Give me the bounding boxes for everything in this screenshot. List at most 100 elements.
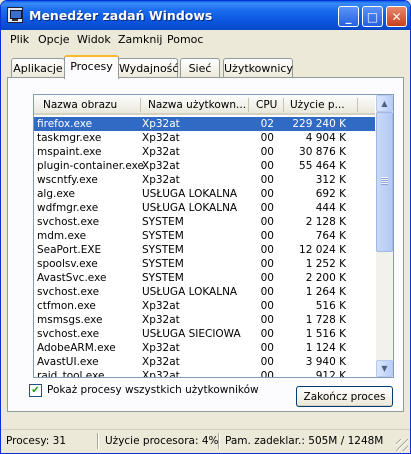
column-image-name[interactable]: Nazwa obrazu xyxy=(43,99,139,111)
cell-user-name: SYSTEM xyxy=(142,258,184,270)
table-row[interactable]: firefox.exe Xp32at 02 229 240 K xyxy=(34,117,375,131)
table-row[interactable]: spoolsv.exe SYSTEM 00 1 252 K xyxy=(34,257,375,271)
tab-wydajnosc[interactable]: Wydajność xyxy=(118,58,178,78)
cell-image-name: msmsgs.exe xyxy=(37,314,103,326)
cell-image-name: AdobeARM.exe xyxy=(37,342,116,354)
task-manager-window: Menedżer zadań Windows _ □ ✕ Plik Opcje … xyxy=(0,0,411,454)
status-cpu-usage: Użycie procesora: 4% xyxy=(105,435,219,447)
cell-cpu: 00 xyxy=(260,146,274,158)
tab-siec[interactable]: Sieć xyxy=(180,58,220,78)
cell-memory-usage: 30 876 K xyxy=(299,146,346,158)
end-process-button[interactable]: Zakończ proces xyxy=(296,386,393,407)
cell-cpu: 00 xyxy=(260,342,274,354)
menu-bar: Plik Opcje Widok Zamknij Pomoc xyxy=(1,30,410,50)
table-row[interactable]: wscntfy.exe Xp32at 00 312 K xyxy=(34,173,375,187)
table-row[interactable]: svchost.exe USŁUGA SIECIOWA 00 1 516 K xyxy=(34,327,375,341)
menu-opcje[interactable]: Opcje xyxy=(38,33,70,46)
cell-cpu: 02 xyxy=(260,118,274,130)
table-row[interactable]: AvastSvc.exe SYSTEM 00 2 200 K xyxy=(34,271,375,285)
cell-image-name: svchost.exe xyxy=(37,216,100,228)
cell-cpu: 00 xyxy=(260,216,274,228)
column-user-name[interactable]: Nazwa użytkown... xyxy=(148,99,246,111)
tab-aplikacje[interactable]: Aplikacje xyxy=(11,58,65,78)
column-memory-usage[interactable]: Użycie p... xyxy=(290,99,352,111)
maximize-button[interactable]: □ xyxy=(362,6,383,27)
tab-uzytkownicy[interactable]: Użytkownicy xyxy=(223,58,293,78)
task-manager-app-icon xyxy=(7,7,23,23)
cell-user-name: Xp32at xyxy=(142,356,180,368)
scroll-down-arrow-icon[interactable]: ▼ xyxy=(376,360,393,377)
status-process-count: Procesy: 31 xyxy=(6,435,67,447)
cell-user-name: SYSTEM xyxy=(142,272,184,284)
table-row[interactable]: raid_tool.exe Xp32at 00 912 K xyxy=(34,369,375,377)
cell-image-name: firefox.exe xyxy=(37,118,93,130)
resize-grip-icon[interactable] xyxy=(396,439,408,451)
window-title: Menedżer zadań Windows xyxy=(29,8,213,23)
cell-user-name: USŁUGA LOKALNA xyxy=(142,188,238,200)
cell-image-name: svchost.exe xyxy=(37,286,100,298)
cell-cpu: 00 xyxy=(260,174,274,186)
cell-memory-usage: 4 904 K xyxy=(305,132,346,144)
menu-widok[interactable]: Widok xyxy=(77,33,111,46)
cell-memory-usage: 55 464 K xyxy=(299,160,346,172)
table-row[interactable]: msmsgs.exe Xp32at 00 1 728 K xyxy=(34,313,375,327)
cell-cpu: 00 xyxy=(260,356,274,368)
cell-image-name: SeaPort.EXE xyxy=(37,244,102,256)
show-all-users-checkbox[interactable]: ✔ xyxy=(29,384,42,397)
cell-memory-usage: 2 128 K xyxy=(305,216,346,228)
table-row[interactable]: mspaint.exe Xp32at 00 30 876 K xyxy=(34,145,375,159)
cell-cpu: 00 xyxy=(260,230,274,242)
minimize-button[interactable]: _ xyxy=(338,6,359,27)
cell-cpu: 00 xyxy=(260,160,274,172)
table-row[interactable]: svchost.exe SYSTEM 00 2 128 K xyxy=(34,215,375,229)
cell-image-name: mdm.exe xyxy=(37,230,87,242)
cell-memory-usage: 1 516 K xyxy=(305,328,346,340)
table-row[interactable]: SeaPort.EXE SYSTEM 00 12 024 K xyxy=(34,243,375,257)
cell-memory-usage: 1 252 K xyxy=(305,258,346,270)
menu-plik[interactable]: Plik xyxy=(10,33,29,46)
cell-cpu: 00 xyxy=(260,258,274,270)
title-bar[interactable]: Menedżer zadań Windows _ □ ✕ xyxy=(1,1,410,30)
vertical-scrollbar[interactable]: ▲ ▼ xyxy=(376,95,393,377)
cell-memory-usage: 912 K xyxy=(315,370,346,377)
table-row[interactable]: svchost.exe USŁUGA LOKALNA 00 1 264 K xyxy=(34,285,375,299)
column-cpu[interactable]: CPU xyxy=(256,99,281,111)
cell-memory-usage: 516 K xyxy=(315,300,346,312)
cell-cpu: 00 xyxy=(260,300,274,312)
close-button[interactable]: ✕ xyxy=(386,6,407,27)
table-row[interactable]: wdfmgr.exe USŁUGA LOKALNA 00 444 K xyxy=(34,201,375,215)
cell-image-name: raid_tool.exe xyxy=(37,370,105,377)
table-row[interactable]: plugin-container.exe Xp32at 00 55 464 K xyxy=(34,159,375,173)
menu-zamknij[interactable]: Zamknij xyxy=(118,33,162,46)
cell-image-name: AvastUI.exe xyxy=(37,356,99,368)
table-row[interactable]: ctfmon.exe Xp32at 00 516 K xyxy=(34,299,375,313)
scroll-thumb[interactable] xyxy=(376,112,393,252)
cell-user-name: SYSTEM xyxy=(142,216,184,228)
cell-memory-usage: 229 240 K xyxy=(292,118,346,130)
table-row[interactable]: taskmgr.exe Xp32at 00 4 904 K xyxy=(34,131,375,145)
cell-memory-usage: 12 024 K xyxy=(299,244,346,256)
tab-strip: Aplikacje Procesy Wydajność Sieć Użytkow… xyxy=(1,53,410,79)
menu-pomoc[interactable]: Pomoc xyxy=(167,33,203,46)
cell-user-name: Xp32at xyxy=(142,160,180,172)
cell-user-name: SYSTEM xyxy=(142,244,184,256)
tab-procesy[interactable]: Procesy xyxy=(64,55,119,79)
table-row[interactable]: alg.exe USŁUGA LOKALNA 00 692 K xyxy=(34,187,375,201)
process-list[interactable]: Nazwa obrazu Nazwa użytkown... CPU Użyci… xyxy=(33,94,394,378)
cell-memory-usage: 444 K xyxy=(315,202,346,214)
scroll-up-arrow-icon[interactable]: ▲ xyxy=(376,95,393,112)
cell-cpu: 00 xyxy=(260,202,274,214)
cell-cpu: 00 xyxy=(260,328,274,340)
cell-cpu: 00 xyxy=(260,244,274,256)
table-row[interactable]: AdobeARM.exe Xp32at 00 1 124 K xyxy=(34,341,375,355)
cell-memory-usage: 3 940 K xyxy=(305,356,346,368)
cell-user-name: Xp32at xyxy=(142,342,180,354)
cell-image-name: mspaint.exe xyxy=(37,146,102,158)
cell-cpu: 00 xyxy=(260,132,274,144)
show-all-users-label[interactable]: Pokaż procesy wszystkich użytkowników xyxy=(47,384,259,396)
table-row[interactable]: mdm.exe SYSTEM 00 764 K xyxy=(34,229,375,243)
cell-memory-usage: 2 200 K xyxy=(305,272,346,284)
cell-memory-usage: 1 728 K xyxy=(305,314,346,326)
cell-cpu: 00 xyxy=(260,370,274,377)
table-row[interactable]: AvastUI.exe Xp32at 00 3 940 K xyxy=(34,355,375,369)
